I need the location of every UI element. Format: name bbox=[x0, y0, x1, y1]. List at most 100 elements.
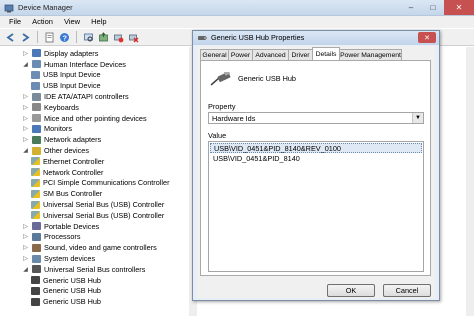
expand-arrow-icon[interactable]: ▷ bbox=[22, 93, 29, 100]
tree-item[interactable]: Generic USB Hub bbox=[31, 296, 101, 307]
tab-power[interactable]: Power bbox=[228, 49, 253, 60]
chevron-down-icon[interactable]: ▼ bbox=[412, 113, 423, 123]
dialog-close-button[interactable]: ✕ bbox=[418, 32, 436, 43]
tab-general[interactable]: General bbox=[200, 49, 229, 60]
keyboard-icon bbox=[32, 103, 41, 112]
tree-item[interactable]: ▷ Display adapters bbox=[22, 48, 98, 59]
tree-item-label: Sound, video and game controllers bbox=[44, 243, 157, 253]
forward-icon[interactable] bbox=[19, 31, 32, 44]
menu-file[interactable]: File bbox=[4, 16, 27, 28]
update-driver-icon[interactable] bbox=[97, 31, 110, 44]
tree-item[interactable]: Generic USB Hub bbox=[31, 286, 101, 297]
tree-item[interactable]: PCI Simple Communications Controller bbox=[31, 178, 170, 189]
tab-advanced[interactable]: Advanced bbox=[252, 49, 289, 60]
processor-icon bbox=[32, 232, 41, 241]
tree-item-label: Network Controller bbox=[43, 167, 104, 177]
scan-icon[interactable] bbox=[82, 31, 95, 44]
tree-item-label: PCI Simple Communications Controller bbox=[43, 178, 170, 188]
expand-arrow-icon[interactable]: ▷ bbox=[22, 125, 29, 132]
tree-item-label: USB Input Device bbox=[43, 70, 101, 80]
tree-item[interactable]: ▷ Sound, video and game controllers bbox=[22, 242, 157, 253]
tree-item[interactable]: ▷ Keyboards bbox=[22, 102, 79, 113]
maximize-button[interactable]: □ bbox=[422, 0, 444, 15]
hid-icon bbox=[32, 60, 41, 69]
hid-device-icon bbox=[31, 70, 40, 79]
warning-device-icon bbox=[31, 189, 40, 198]
expand-arrow-icon[interactable]: ▷ bbox=[22, 233, 29, 240]
uninstall-icon[interactable] bbox=[127, 31, 140, 44]
svg-text:?: ? bbox=[63, 35, 67, 42]
tree-item-label: SM Bus Controller bbox=[43, 189, 103, 199]
value-label: Value bbox=[208, 131, 227, 140]
tree-item-label: Keyboards bbox=[44, 102, 79, 112]
tree-item[interactable]: ◢ Universal Serial Bus controllers bbox=[22, 264, 145, 275]
minimize-button[interactable]: – bbox=[400, 0, 422, 15]
system-device-icon bbox=[32, 254, 41, 263]
expand-arrow-icon[interactable]: ▷ bbox=[22, 255, 29, 262]
tree-item[interactable]: ◢ Other devices bbox=[22, 145, 89, 156]
device-manager-icon bbox=[4, 3, 14, 13]
tree-item[interactable]: Generic USB Hub bbox=[31, 275, 101, 286]
value-list-item[interactable]: USB\VID_0451&PID_8140 bbox=[210, 153, 422, 163]
tree-item[interactable]: USB Input Device bbox=[31, 70, 101, 81]
usb-icon bbox=[31, 276, 40, 285]
tree-item-label: IDE ATA/ATAPI controllers bbox=[44, 92, 129, 102]
value-list[interactable]: USB\VID_0451&PID_8140&REV_0100 USB\VID_0… bbox=[208, 141, 424, 272]
device-name: Generic USB Hub bbox=[238, 74, 296, 83]
menu-help[interactable]: Help bbox=[86, 16, 112, 28]
tree-item[interactable]: Universal Serial Bus (USB) Controller bbox=[31, 199, 164, 210]
back-icon[interactable] bbox=[4, 31, 17, 44]
cancel-button[interactable]: Cancel bbox=[383, 284, 431, 297]
expand-arrow-icon[interactable]: ▷ bbox=[22, 244, 29, 251]
tree-item-label: Other devices bbox=[44, 146, 90, 156]
collapse-arrow-icon[interactable]: ◢ bbox=[22, 61, 29, 68]
tree-item[interactable]: USB Input Device bbox=[31, 80, 101, 91]
hid-device-icon bbox=[31, 81, 40, 90]
tree-item[interactable]: ▷ Mice and other pointing devices bbox=[22, 113, 147, 124]
tree-item-label: Display adapters bbox=[44, 48, 99, 58]
tree-item[interactable]: ◢ Human Interface Devices bbox=[22, 59, 126, 70]
menu-bar: File Action View Help bbox=[0, 16, 474, 28]
tree-item[interactable]: Network Controller bbox=[31, 167, 103, 178]
menu-view[interactable]: View bbox=[59, 16, 86, 28]
help-icon[interactable]: ? bbox=[58, 31, 71, 44]
usb-icon bbox=[31, 286, 40, 295]
tree-item[interactable]: SM Bus Controller bbox=[31, 188, 102, 199]
properties-dialog: Generic USB Hub Properties ✕ General Pow… bbox=[192, 30, 440, 301]
menu-action[interactable]: Action bbox=[27, 16, 59, 28]
expand-arrow-icon[interactable]: ▷ bbox=[22, 115, 29, 122]
details-panel: Generic USB Hub Property Hardware Ids ▼ … bbox=[200, 60, 431, 276]
pane-scrollbar[interactable] bbox=[466, 47, 474, 316]
tree-item[interactable]: Ethernet Controller bbox=[31, 156, 104, 167]
other-devices-icon bbox=[32, 146, 41, 155]
expand-arrow-icon[interactable]: ▷ bbox=[22, 223, 29, 230]
close-button[interactable]: ✕ bbox=[444, 0, 474, 15]
expand-arrow-icon[interactable]: ▷ bbox=[22, 136, 29, 143]
expand-arrow-icon[interactable]: ▷ bbox=[22, 50, 29, 57]
tree-item-label: Universal Serial Bus (USB) Controller bbox=[43, 210, 165, 220]
property-label: Property bbox=[208, 102, 236, 111]
tree-item-label: Mice and other pointing devices bbox=[44, 113, 147, 123]
tree-item[interactable]: ▷ Network adapters bbox=[22, 134, 101, 145]
tab-power-management[interactable]: Power Management bbox=[339, 49, 402, 60]
collapse-arrow-icon[interactable]: ◢ bbox=[22, 147, 29, 154]
tree-item[interactable]: ▷ Monitors bbox=[22, 124, 72, 135]
title-bar: Device Manager – □ ✕ bbox=[0, 0, 474, 16]
usb-controller-icon bbox=[32, 265, 41, 274]
properties-icon[interactable] bbox=[43, 31, 56, 44]
tree-item[interactable]: ▷ System devices bbox=[22, 253, 95, 264]
collapse-arrow-icon[interactable]: ◢ bbox=[22, 266, 29, 273]
tree-item-label: Universal Serial Bus controllers bbox=[44, 264, 146, 274]
toolbar-divider bbox=[37, 31, 38, 43]
tree-item[interactable]: ▷ IDE ATA/ATAPI controllers bbox=[22, 91, 129, 102]
disable-icon[interactable] bbox=[112, 31, 125, 44]
ok-button[interactable]: OK bbox=[327, 284, 375, 297]
property-dropdown[interactable]: Hardware Ids ▼ bbox=[208, 112, 424, 124]
tab-details[interactable]: Details bbox=[312, 47, 340, 60]
tree-item[interactable]: ▷ Portable Devices bbox=[22, 221, 99, 232]
expand-arrow-icon[interactable]: ▷ bbox=[22, 104, 29, 111]
tree-item[interactable]: Universal Serial Bus (USB) Controller bbox=[31, 210, 164, 221]
value-list-item[interactable]: USB\VID_0451&PID_8140&REV_0100 bbox=[210, 143, 422, 153]
tab-driver[interactable]: Driver bbox=[288, 49, 313, 60]
tree-item[interactable]: ▷ Processors bbox=[22, 232, 80, 243]
